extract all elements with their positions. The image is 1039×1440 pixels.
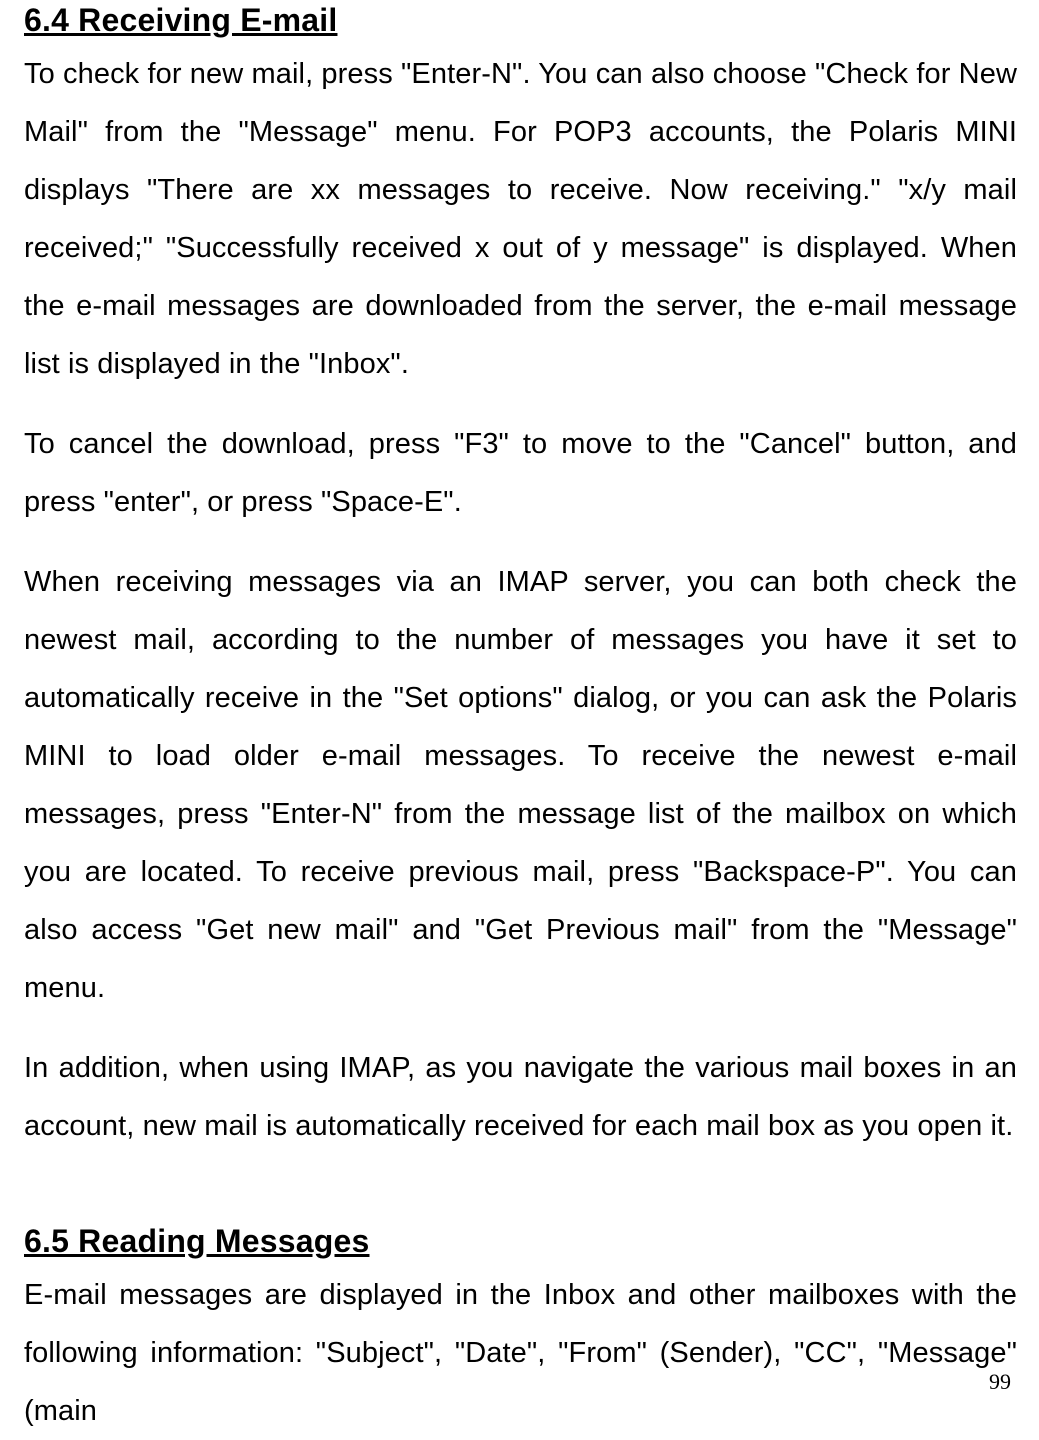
document-page: 6.4 Receiving E-mail To check for new ma… [0,0,1039,1417]
section-heading-receiving-email: 6.4 Receiving E-mail [24,0,1017,45]
paragraph-receiving-4: In addition, when using IMAP, as you nav… [24,1039,1017,1155]
paragraph-receiving-3: When receiving messages via an IMAP serv… [24,553,1017,1017]
section-spacer [24,1177,1017,1221]
section-heading-reading-messages: 6.5 Reading Messages [24,1221,1017,1266]
paragraph-receiving-2: To cancel the download, press "F3" to mo… [24,415,1017,531]
page-number: 99 [989,1369,1011,1395]
paragraph-reading-1: E-mail messages are displayed in the Inb… [24,1266,1017,1440]
paragraph-receiving-1: To check for new mail, press "Enter-N". … [24,45,1017,393]
